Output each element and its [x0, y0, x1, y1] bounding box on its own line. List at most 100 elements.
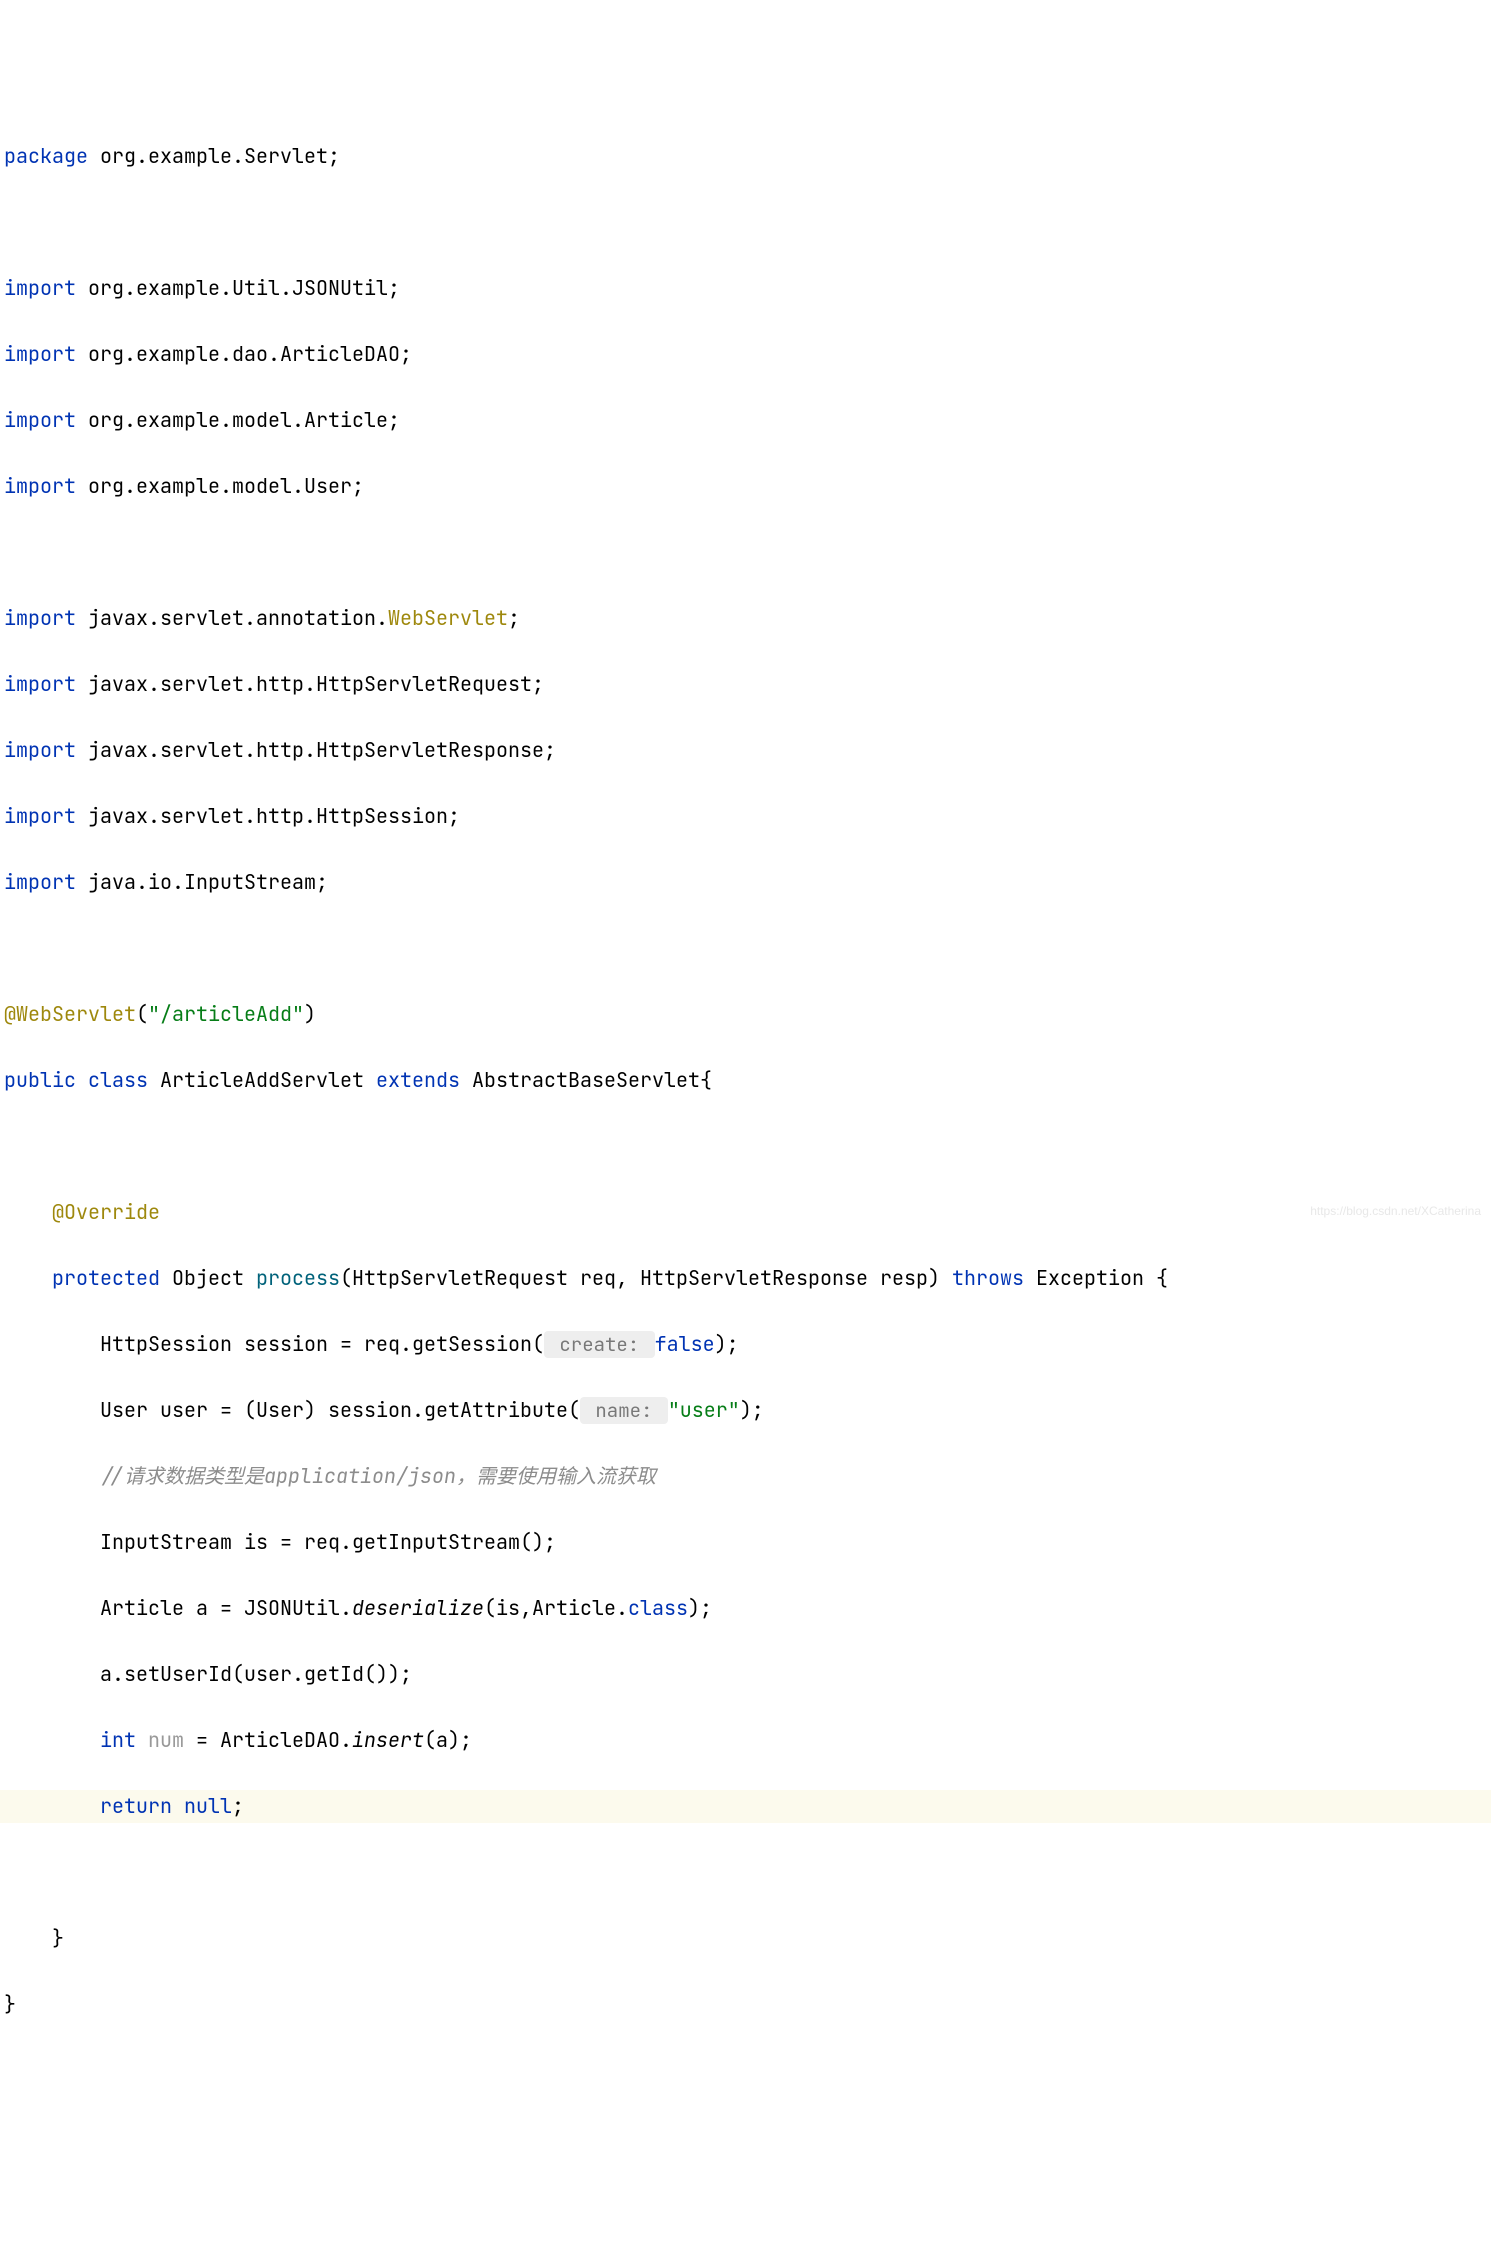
parameter-hint: name: [580, 1397, 668, 1424]
keyword: false [655, 1331, 715, 1357]
code-text: } [4, 1991, 16, 2017]
keyword: class [628, 1595, 688, 1621]
parameter-hint: create: [544, 1331, 655, 1358]
code-line: protected Object process(HttpServletRequ… [0, 1262, 1491, 1295]
code-text: Object [160, 1265, 256, 1291]
code-text: (a); [424, 1727, 472, 1753]
annotation: @WebServlet [4, 1001, 136, 1027]
code-text: = ArticleDAO. [184, 1727, 352, 1753]
code-line: import org.example.model.User; [0, 470, 1491, 503]
indent [4, 1727, 100, 1753]
code-line: package org.example.Servlet; [0, 140, 1491, 173]
code-line: //请求数据类型是application/json，需要使用输入流获取 [0, 1460, 1491, 1493]
code-line: import javax.servlet.annotation.WebServl… [0, 602, 1491, 635]
code-text: org.example.model.Article; [76, 407, 400, 433]
keyword: package [4, 143, 88, 169]
code-text: } [52, 1925, 64, 1951]
code-text: org.example.model.User; [76, 473, 364, 499]
indent [4, 1595, 100, 1621]
code-text: Article a = JSONUtil. [100, 1595, 352, 1621]
code-text: javax.servlet.http.HttpServletResponse; [76, 737, 556, 763]
static-method: deserialize [352, 1595, 484, 1621]
code-text: ; [232, 1793, 244, 1819]
code-line: InputStream is = req.getInputStream(); [0, 1526, 1491, 1559]
comment: //请求数据类型是application/json，需要使用输入流获取 [100, 1463, 656, 1489]
code-line: public class ArticleAddServlet extends A… [0, 1064, 1491, 1097]
code-text: org.example.Util.JSONUtil; [76, 275, 400, 301]
code-text: ); [688, 1595, 712, 1621]
keyword: extends [376, 1067, 460, 1093]
keyword: public class [4, 1067, 148, 1093]
keyword: import [4, 473, 76, 499]
code-text: java.io.InputStream; [76, 869, 328, 895]
indent [4, 1331, 100, 1357]
code-line-empty [0, 1130, 1491, 1163]
code-text: a.setUserId(user.getId()); [100, 1661, 412, 1687]
static-method: insert [352, 1727, 424, 1753]
keyword: throws [952, 1265, 1024, 1291]
keyword: int [100, 1727, 136, 1753]
code-line: import javax.servlet.http.HttpSession; [0, 800, 1491, 833]
code-line-empty [0, 206, 1491, 239]
keyword: return null [100, 1793, 232, 1819]
code-line: import org.example.dao.ArticleDAO; [0, 338, 1491, 371]
code-line: import java.io.InputStream; [0, 866, 1491, 899]
code-text: (is,Article. [484, 1595, 628, 1621]
string-literal: "user" [668, 1397, 740, 1423]
code-line: } [0, 1988, 1491, 2021]
keyword: import [4, 605, 76, 631]
code-text: User user = (User) session.getAttribute( [100, 1397, 580, 1423]
code-line: } [0, 1922, 1491, 1955]
class-name: ArticleAddServlet [148, 1067, 376, 1093]
annotation: @Override [52, 1199, 160, 1225]
code-line: a.setUserId(user.getId()); [0, 1658, 1491, 1691]
code-line-empty [0, 932, 1491, 965]
indent [4, 1397, 100, 1423]
keyword: import [4, 803, 76, 829]
method-name: process [256, 1265, 340, 1291]
code-text: ); [715, 1331, 739, 1357]
code-text: org.example.dao.ArticleDAO; [76, 341, 412, 367]
code-text: (HttpServletRequest req, HttpServletResp… [340, 1265, 952, 1291]
keyword: protected [52, 1265, 160, 1291]
code-text: javax.servlet.http.HttpServletRequest; [76, 671, 544, 697]
code-line: @WebServlet("/articleAdd") [0, 998, 1491, 1031]
indent [4, 1793, 100, 1819]
code-line-empty [0, 1856, 1491, 1889]
watermark: https://blog.csdn.net/XCatherina [1310, 1202, 1481, 1222]
keyword: import [4, 341, 76, 367]
code-text: ) [304, 1001, 316, 1027]
code-line: HttpSession session = req.getSession( cr… [0, 1328, 1491, 1361]
code-text: org.example.Servlet; [88, 143, 340, 169]
string-literal: "/articleAdd" [148, 1001, 304, 1027]
code-text: InputStream is = req.getInputStream(); [100, 1529, 556, 1555]
code-line: int num = ArticleDAO.insert(a); [0, 1724, 1491, 1757]
keyword: import [4, 671, 76, 697]
keyword: import [4, 407, 76, 433]
code-line: User user = (User) session.getAttribute(… [0, 1394, 1491, 1427]
keyword: import [4, 275, 76, 301]
code-line: import org.example.model.Article; [0, 404, 1491, 437]
unused-variable: num [136, 1727, 184, 1753]
keyword: import [4, 737, 76, 763]
code-text: AbstractBaseServlet{ [460, 1067, 712, 1093]
code-line: import javax.servlet.http.HttpServletReq… [0, 668, 1491, 701]
code-text: ( [136, 1001, 148, 1027]
code-text: ); [740, 1397, 764, 1423]
indent [4, 1463, 100, 1489]
code-line: import javax.servlet.http.HttpServletRes… [0, 734, 1491, 767]
annotation-ref: WebServlet [388, 605, 508, 631]
indent [4, 1925, 52, 1951]
keyword: import [4, 869, 76, 895]
code-text: HttpSession session = req.getSession( [100, 1331, 544, 1357]
code-line-highlighted[interactable]: return null; [0, 1790, 1491, 1823]
indent [4, 1529, 100, 1555]
code-line-empty [0, 536, 1491, 569]
code-line: import org.example.Util.JSONUtil; [0, 272, 1491, 305]
code-text: Exception { [1024, 1265, 1168, 1291]
code-line: Article a = JSONUtil.deserialize(is,Arti… [0, 1592, 1491, 1625]
code-text: ; [508, 605, 520, 631]
code-line: @Override [0, 1196, 1491, 1229]
code-text: javax.servlet.http.HttpSession; [76, 803, 460, 829]
indent [4, 1661, 100, 1687]
